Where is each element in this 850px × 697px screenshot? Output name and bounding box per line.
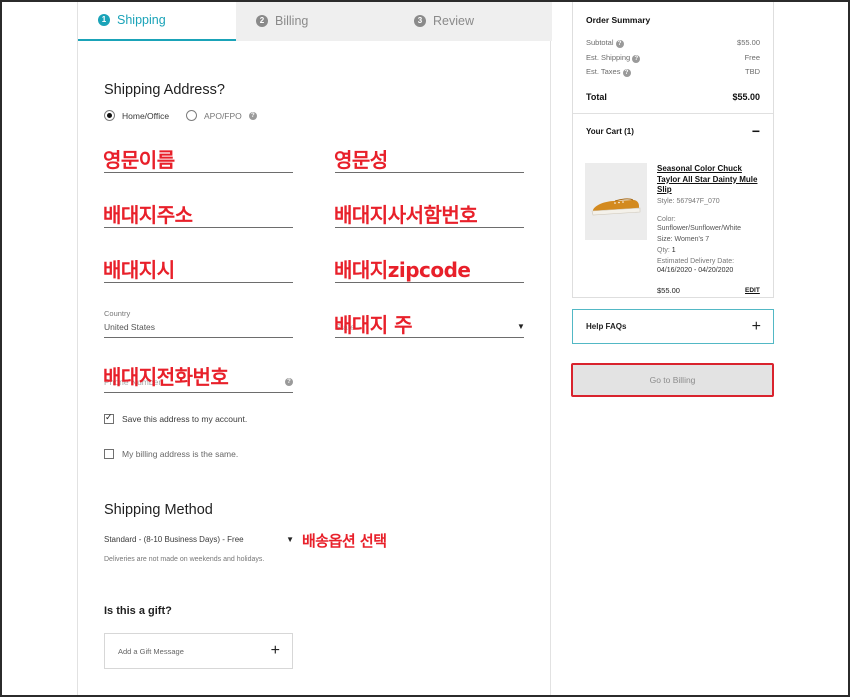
total-value: $55.00 — [732, 92, 760, 102]
order-summary-title: Order Summary — [586, 15, 651, 25]
shipping-form-panel: 1 Shipping 2 Billing 3 Review — [77, 0, 552, 697]
annotation-state: 배대지 주 — [334, 313, 413, 337]
help-icon[interactable]: ? — [632, 55, 641, 63]
row-label: Subtotal — [586, 38, 614, 47]
radio-label: Home/Office — [122, 110, 170, 121]
row-value: $55.00 — [737, 38, 760, 47]
phone-field[interactable] — [104, 392, 293, 393]
cart-item-price: $55.00 — [657, 286, 680, 295]
annotation-shipping-option: 배송옵션 선택 — [302, 532, 387, 550]
checkbox-label: Save this address to my account. — [122, 414, 248, 424]
help-icon[interactable]: ? — [615, 40, 624, 48]
annotation-city: 배대지시 — [103, 258, 175, 282]
cart-item-name[interactable]: Seasonal Color Chuck Taylor All Star Dai… — [657, 164, 762, 196]
shoe-icon — [585, 163, 647, 240]
your-cart-header[interactable]: Your Cart (1) − — [586, 124, 760, 138]
tab-label: Billing — [275, 13, 309, 28]
checkbox-unchecked[interactable] — [104, 449, 114, 459]
row-label: Est. Shipping — [586, 53, 631, 62]
tab-label: Shipping — [117, 12, 166, 27]
help-icon[interactable]: ? — [622, 69, 631, 77]
total-label: Total — [586, 92, 607, 102]
divider — [573, 113, 773, 114]
row-value: Free — [744, 53, 760, 62]
annotation-zip: 배대지zipcode — [334, 258, 471, 282]
delivery-date: 04/16/2020 - 04/20/2020 — [657, 267, 734, 274]
help-faqs-label: Help FAQs — [586, 322, 627, 331]
radio-apo-fpo[interactable] — [186, 110, 197, 121]
cart-title: Your Cart (1) — [586, 127, 634, 136]
cart-item-style: Style: 567947F_070 — [657, 198, 720, 205]
cart-item-size: Size: Women's 7 — [657, 236, 710, 243]
shipping-address-title: Shipping Address? — [104, 82, 225, 98]
checkbox-label: My billing address is the same. — [122, 449, 239, 459]
step-number-icon: 3 — [414, 14, 426, 27]
chevron-down-icon: ▼ — [517, 322, 525, 331]
checkbox-checked[interactable] — [104, 412, 114, 424]
help-icon[interactable]: ? — [285, 378, 293, 386]
cart-item-image[interactable] — [585, 163, 647, 240]
country-label: Country — [104, 309, 131, 318]
chevron-down-icon: ▼ — [286, 535, 294, 544]
summary-row-shipping: Est. Shipping ? Free — [586, 53, 760, 63]
step-number-icon: 1 — [98, 13, 110, 26]
address-type-home[interactable]: Home/Office — [104, 110, 169, 121]
checkout-steps: 1 Shipping 2 Billing 3 Review — [78, 0, 552, 41]
country-select[interactable] — [104, 337, 293, 338]
gift-button-label: Add a Gift Message — [118, 646, 184, 656]
order-summary-panel: Order Summary Subtotal ? $55.00 Est. Shi… — [572, 0, 774, 298]
shipping-method-value: Standard - (8-10 Business Days) - Free — [104, 535, 244, 544]
shipping-method-note: Deliveries are not made on weekends and … — [104, 556, 265, 563]
annotation-phone: 배대지전화번호 — [103, 365, 229, 389]
edit-link[interactable]: EDIT — [745, 287, 760, 294]
qty-value: 1 — [671, 247, 676, 254]
address-type-apo[interactable]: APO/FPO ? — [186, 110, 257, 121]
row-label: Est. Taxes — [586, 67, 621, 76]
go-to-billing-button[interactable]: Go to Billing — [571, 363, 774, 397]
save-address-checkbox[interactable]: Save this address to my account. — [104, 412, 248, 424]
add-gift-message-button[interactable]: Add a Gift Message + — [104, 633, 293, 669]
qty-label: Qty: — [657, 247, 670, 254]
collapse-icon[interactable]: − — [752, 124, 760, 138]
annotation-suite: 배대지사서함번호 — [334, 203, 478, 227]
radio-home-office[interactable] — [104, 110, 115, 121]
gift-title: Is this a gift? — [104, 605, 172, 617]
summary-row-subtotal: Subtotal ? $55.00 — [586, 38, 760, 48]
cart-item-color: Sunflower/Sunflower/White — [657, 225, 742, 232]
help-faqs-toggle[interactable]: Help FAQs + — [572, 309, 774, 344]
delivery-label: Estimated Delivery Date: — [657, 258, 735, 265]
tab-shipping[interactable]: 1 Shipping — [78, 0, 236, 41]
row-value: TBD — [745, 67, 760, 76]
annotation-last-name: 영문성 — [334, 148, 388, 172]
cart-item-color-label: Color: — [657, 216, 676, 223]
help-icon[interactable]: ? — [248, 111, 257, 120]
tab-review[interactable]: 3 Review — [394, 0, 552, 41]
step-number-icon: 2 — [256, 14, 268, 27]
plus-icon: + — [270, 642, 280, 659]
billing-same-checkbox[interactable]: My billing address is the same. — [104, 449, 238, 459]
country-value: United States — [104, 322, 156, 332]
annotation-first-name: 영문이름 — [103, 148, 175, 172]
summary-row-taxes: Est. Taxes ? TBD — [586, 67, 760, 77]
shipping-method-title: Shipping Method — [104, 502, 213, 518]
tab-billing[interactable]: 2 Billing — [236, 0, 394, 41]
annotation-address: 배대지주소 — [103, 203, 193, 227]
plus-icon: + — [751, 317, 761, 335]
radio-label: APO/FPO — [204, 110, 242, 121]
tab-label: Review — [433, 13, 474, 28]
shipping-method-select[interactable]: Standard - (8-10 Business Days) - Free ▼ — [104, 535, 294, 544]
summary-row-total: Total $55.00 — [586, 92, 760, 102]
cart-item-qty: Qty: 1 — [657, 247, 676, 254]
